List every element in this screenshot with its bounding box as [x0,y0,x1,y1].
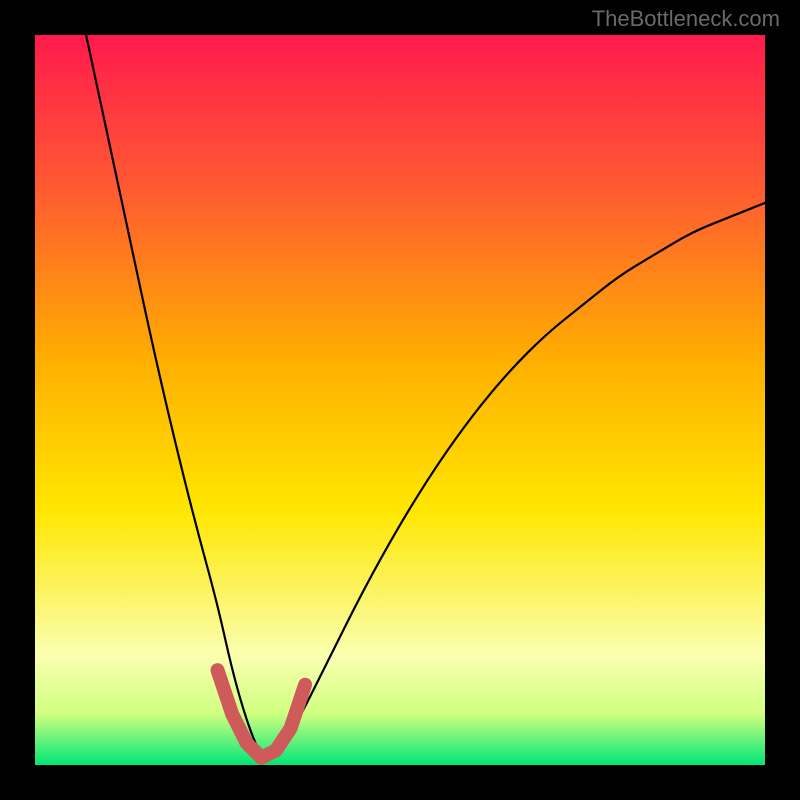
chart-plot-area [35,35,765,765]
chart-svg [35,35,765,765]
watermark-text: TheBottleneck.com [592,6,780,32]
chart-background [35,35,765,765]
